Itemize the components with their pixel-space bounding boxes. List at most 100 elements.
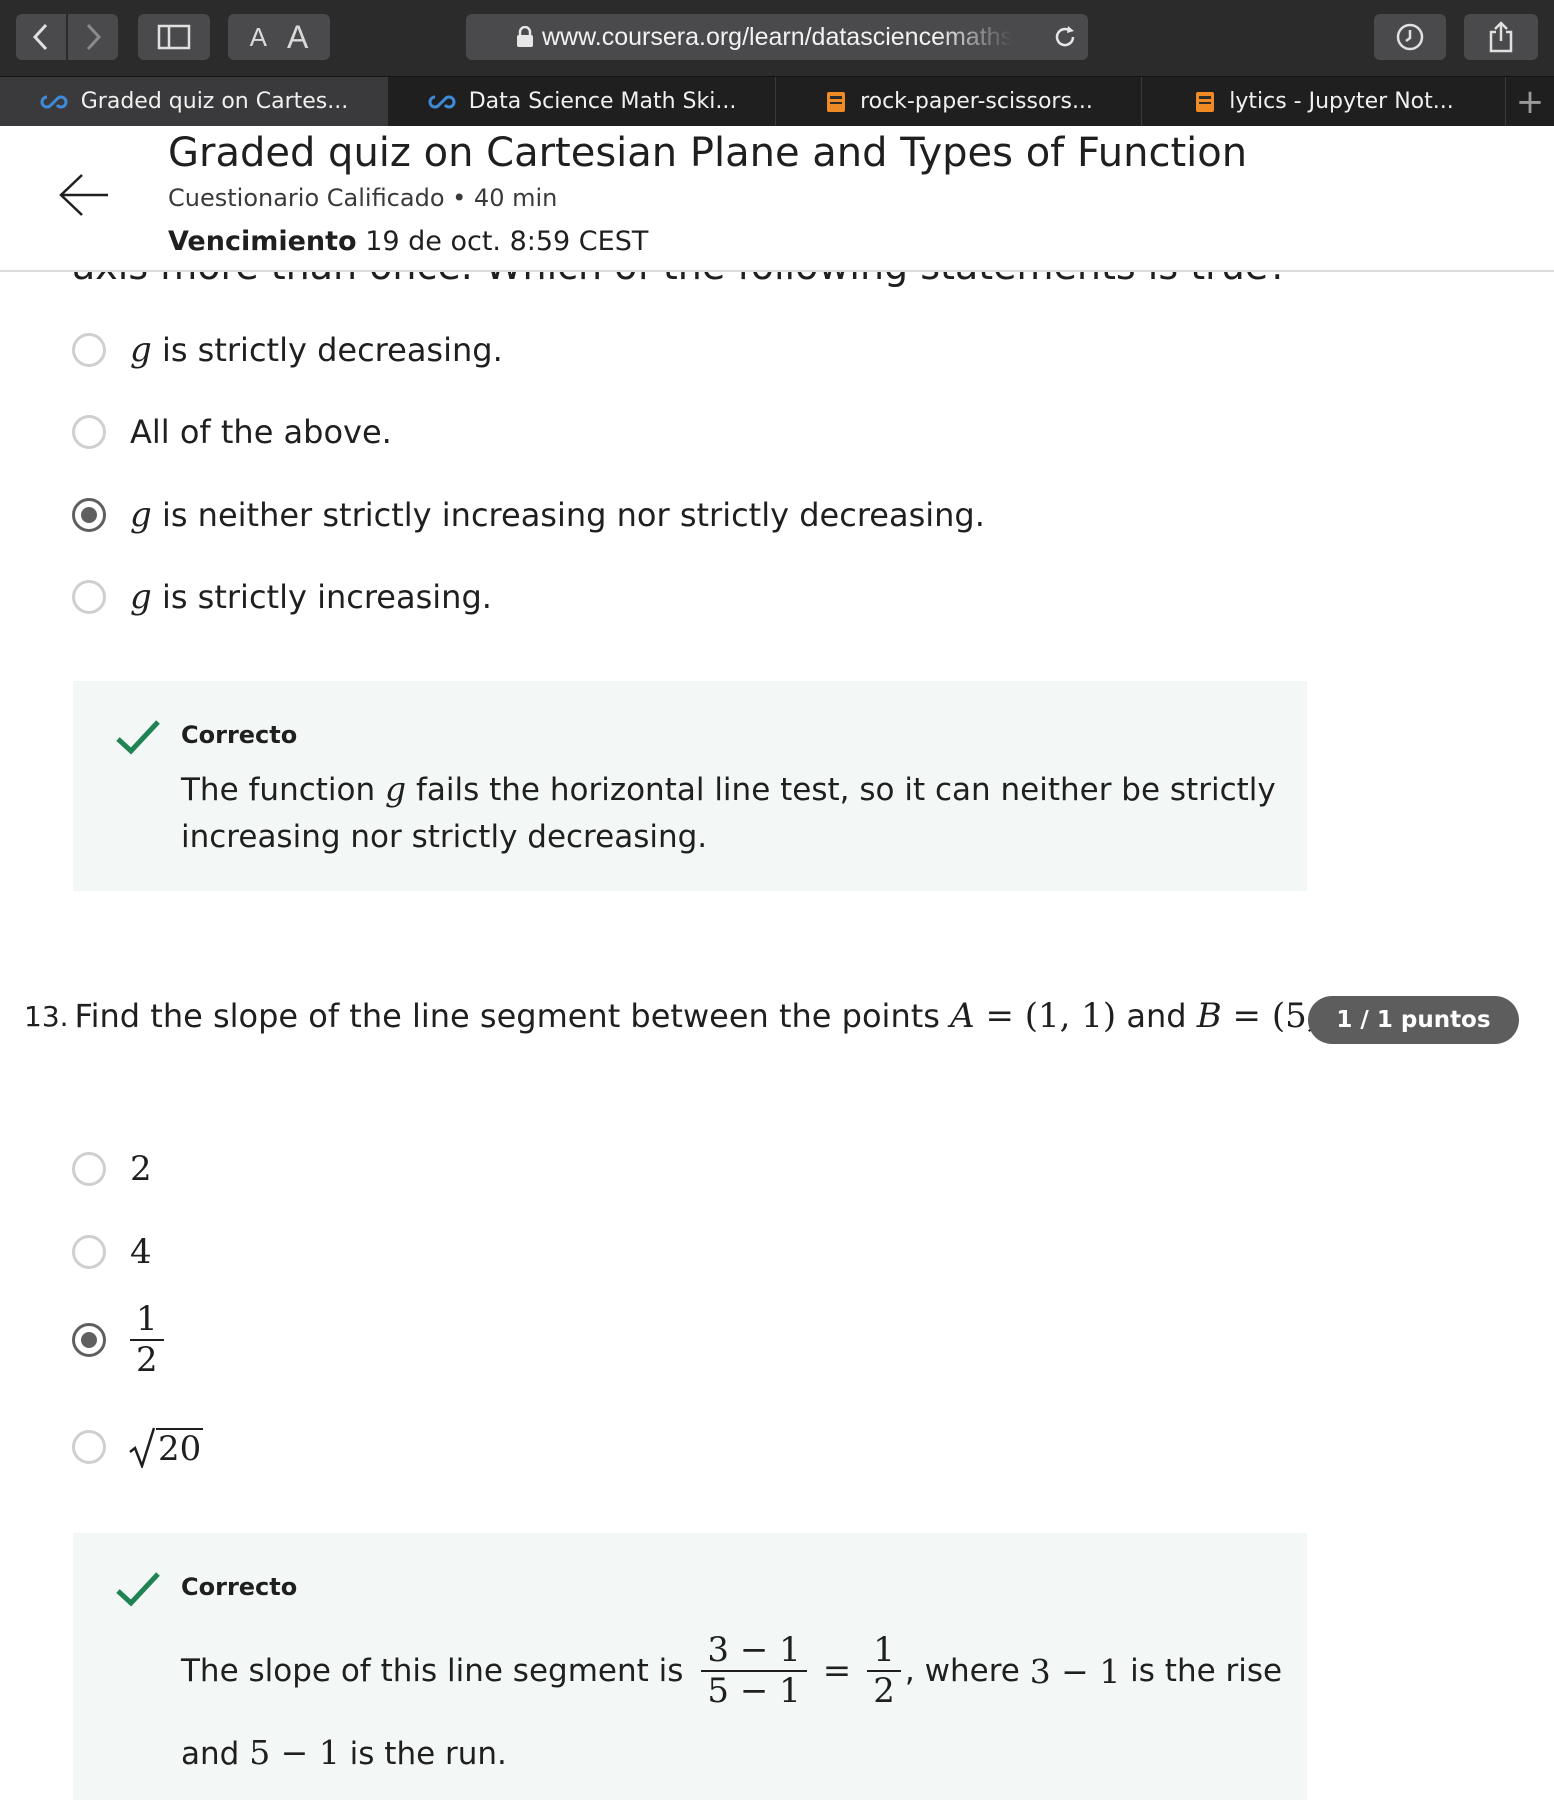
option-var: g [130,330,152,370]
share-button[interactable] [1464,14,1538,60]
radio-button-selected[interactable] [72,498,106,532]
run-expression: 5 − 1 [249,1733,340,1772]
equals-sign: = [822,1651,852,1691]
due-value: 19 de oct. 8:59 CEST [365,226,649,257]
question-number: 13. [24,999,69,1033]
answer-option[interactable]: g is strictly increasing. [72,577,492,617]
reload-icon[interactable] [1052,24,1078,50]
sqrt-symbol [129,1427,156,1468]
option-var: g [130,577,152,617]
chevron-left-icon [32,23,48,51]
question-13: 13. Find the slope of the line segment b… [24,996,1373,1036]
question-text: Find the slope of the line segment betwe… [74,997,951,1035]
sidebar-icon [157,24,191,50]
fraction-option: 1 2 [130,1299,164,1380]
point-a-value: (1, 1) [1024,996,1117,1036]
sqrt-option: 20 [128,1426,204,1469]
feedback-text-part: , where [904,1653,1030,1689]
option-var: g [130,495,152,535]
option-text: is strictly increasing. [151,578,492,616]
answer-option[interactable]: 4 [72,1232,152,1272]
tab-label: Data Science Math Ski... [468,89,737,114]
option-label: g is neither strictly increasing nor str… [130,495,985,535]
arrow-left-icon[interactable] [58,172,110,218]
notebook-icon [824,90,848,114]
radio-button[interactable] [72,415,106,449]
option-text: All of the above. [130,413,392,451]
tab-jupyter-notebook[interactable]: lytics - Jupyter Not... [1142,77,1506,126]
clock-icon [1396,23,1424,51]
feedback-line-2: and 5 − 1 is the run. [181,1733,507,1772]
checkmark-icon [116,720,160,755]
coursera-icon [427,94,457,110]
lock-icon [517,26,533,47]
feedback-title: Correcto [181,721,298,749]
tab-label: lytics - Jupyter Not... [1229,89,1454,114]
feedback-text: The function g fails the horizontal line… [181,765,1281,861]
rise-expression: 3 − 1 [1029,1651,1121,1691]
answer-option[interactable]: 2 [72,1149,152,1189]
notebook-icon [1193,90,1217,114]
radio-button[interactable] [72,1152,106,1186]
sidebar-button[interactable] [138,14,210,60]
quiz-header: Graded quiz on Cartesian Plane and Types… [0,126,1554,272]
answer-option[interactable]: All of the above. [72,413,392,451]
chevron-right-icon [86,23,102,51]
fraction-denominator: 2 [873,1671,895,1711]
feedback-correct: Correcto The slope of this line segment … [73,1533,1307,1800]
share-icon [1489,21,1513,53]
feedback-text-part: is the run. [339,1736,507,1772]
browser-toolbar: A A www.coursera.org/learn/datasciencema… [0,0,1554,76]
option-text: is strictly decreasing. [151,331,503,369]
checkmark-icon [116,1572,160,1607]
history-button[interactable] [1374,14,1446,60]
page-title: Graded quiz on Cartesian Plane and Types… [168,130,1248,176]
option-label: All of the above. [130,413,392,451]
feedback-title: Correcto [181,1573,298,1601]
tab-rock-paper-scissors[interactable]: rock-paper-scissors... [776,77,1142,126]
radio-button[interactable] [72,1235,106,1269]
tab-label: rock-paper-scissors... [860,89,1093,114]
option-label: g is strictly increasing. [130,577,492,617]
back-button[interactable] [16,14,66,60]
due-label: Vencimiento [168,226,357,257]
radio-button[interactable] [72,1430,106,1464]
feedback-line-1: The function g fails the horizontal line… [181,765,1281,814]
option-label: g is strictly decreasing. [130,330,503,370]
text-size-button[interactable]: A A [228,14,330,60]
new-tab-button[interactable]: + [1506,77,1554,126]
forward-button[interactable] [68,14,118,60]
tab-bar: Graded quiz on Cartes... Data Science Ma… [0,76,1554,126]
answer-option[interactable]: 20 [72,1426,204,1469]
answer-option[interactable]: g is strictly decreasing. [72,330,503,370]
address-bar[interactable]: www.coursera.org/learn/datasciencemaths [466,14,1088,60]
feedback-text-part: The slope of this line segment is [181,1653,684,1689]
point-a-var: A [950,996,975,1036]
radio-button[interactable] [72,333,106,367]
feedback-var: g [385,769,407,808]
feedback-line-2: increasing nor strictly decreasing. [181,819,708,855]
due-date: Vencimiento 19 de oct. 8:59 CEST [168,226,648,257]
url-fade [936,14,1026,60]
feedback-text-part: The function [181,772,385,808]
result-fraction: 1 2 [867,1630,901,1711]
option-value: 4 [130,1232,152,1272]
points-badge: 1 / 1 puntos [1308,996,1519,1044]
feedback-text-part: and [181,1736,250,1772]
radio-button-selected[interactable] [72,1323,106,1358]
feedback-text-part: fails the horizontal line test, so it ca… [406,772,1276,808]
sqrt-radicand: 20 [156,1428,204,1469]
option-value: 2 [130,1149,152,1189]
feedback-line-1: The slope of this line segment is 3 − 1 … [181,1611,1282,1731]
answer-option-selected[interactable]: 1 2 [72,1299,164,1380]
tab-graded-quiz[interactable]: Graded quiz on Cartes... [0,77,388,126]
answer-option-selected[interactable]: g is neither strictly increasing nor str… [72,495,985,535]
quiz-meta: Cuestionario Calificado • 40 min [168,184,558,212]
tab-data-science-math[interactable]: Data Science Math Ski... [388,77,776,126]
radio-button[interactable] [72,580,106,614]
feedback-text-part: is the rise [1120,1653,1283,1689]
and-text: and [1116,997,1197,1035]
fraction-denominator: 5 − 1 [707,1671,801,1711]
option-text: is neither strictly increasing nor stric… [151,496,985,534]
font-small-label: A [249,21,267,52]
